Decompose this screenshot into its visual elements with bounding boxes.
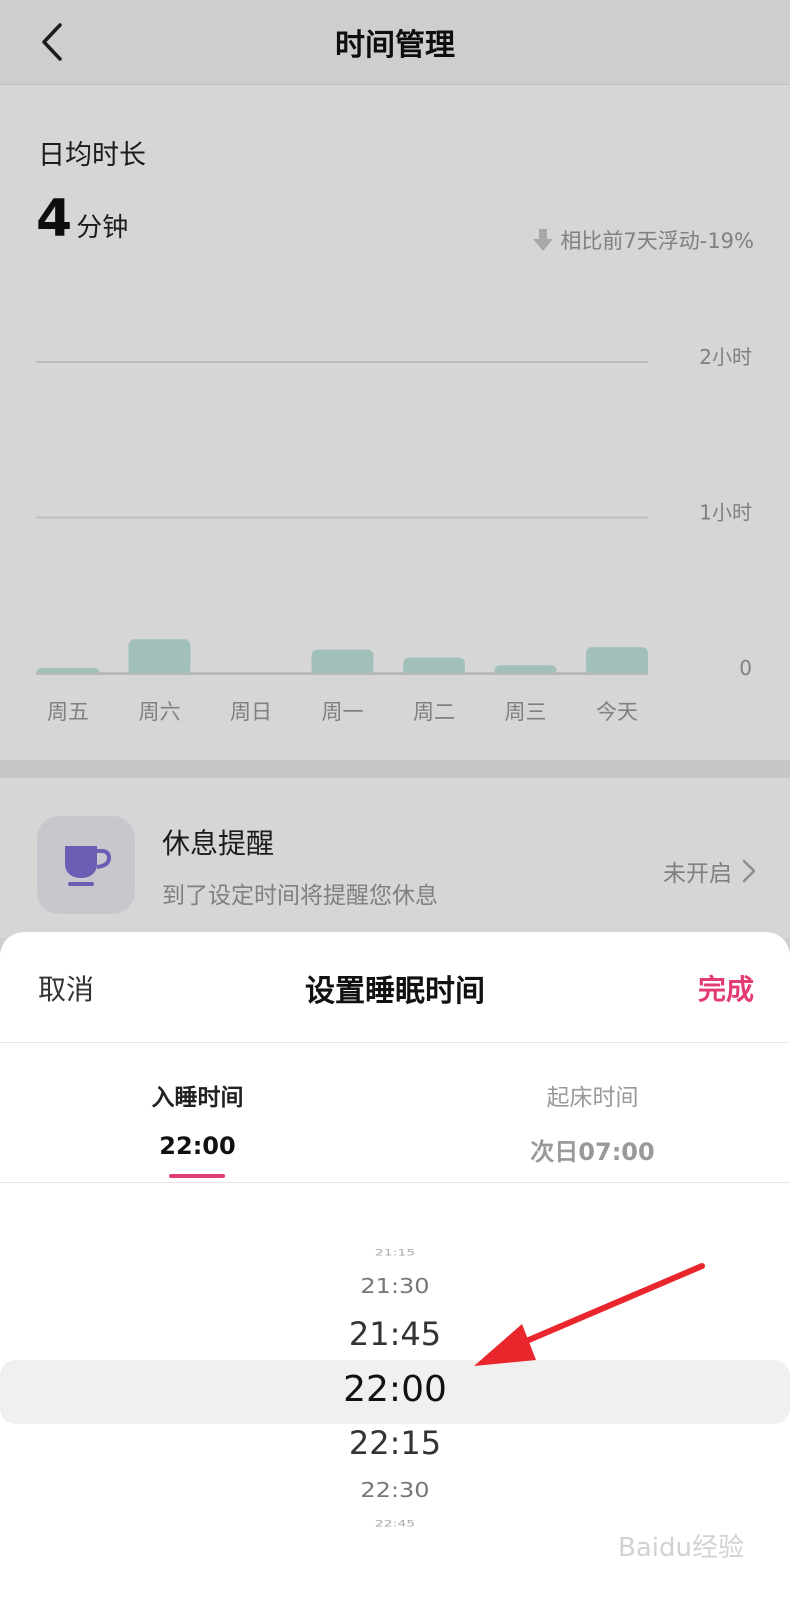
tab-wake-time[interactable]: 起床时间 次日07:00	[395, 1042, 790, 1182]
tab-wake-label: 起床时间	[546, 1085, 639, 1111]
baidu-watermark: Baidu经验	[618, 1533, 744, 1563]
sheet-header: 取消 设置睡眠时间 完成	[0, 932, 790, 1043]
picker-option[interactable]: 22:15	[0, 1427, 790, 1459]
tab-wake-value: 次日07:00	[530, 1138, 655, 1166]
tab-bedtime[interactable]: 入睡时间 22:00	[0, 1042, 395, 1182]
done-button[interactable]: 完成	[698, 968, 754, 1008]
picker-option-selected[interactable]: 22:00	[0, 1372, 790, 1408]
sheet-title: 设置睡眠时间	[305, 974, 485, 1009]
picker-option[interactable]: 21:30	[0, 1276, 790, 1296]
picker-option[interactable]: 21:15	[0, 1249, 790, 1257]
active-tab-indicator	[169, 1174, 225, 1178]
tab-bedtime-value: 22:00	[159, 1132, 236, 1160]
sleep-tabs: 入睡时间 22:00 起床时间 次日07:00	[0, 1042, 790, 1183]
cancel-button[interactable]: 取消	[38, 968, 94, 1008]
picker-option[interactable]: 22:30	[0, 1480, 790, 1500]
tab-bedtime-label: 入睡时间	[151, 1085, 244, 1111]
sleep-time-sheet: 取消 设置睡眠时间 完成 入睡时间 22:00 起床时间 次日07:00 21:…	[0, 932, 790, 1600]
picker-option[interactable]: 21:45	[0, 1318, 790, 1350]
